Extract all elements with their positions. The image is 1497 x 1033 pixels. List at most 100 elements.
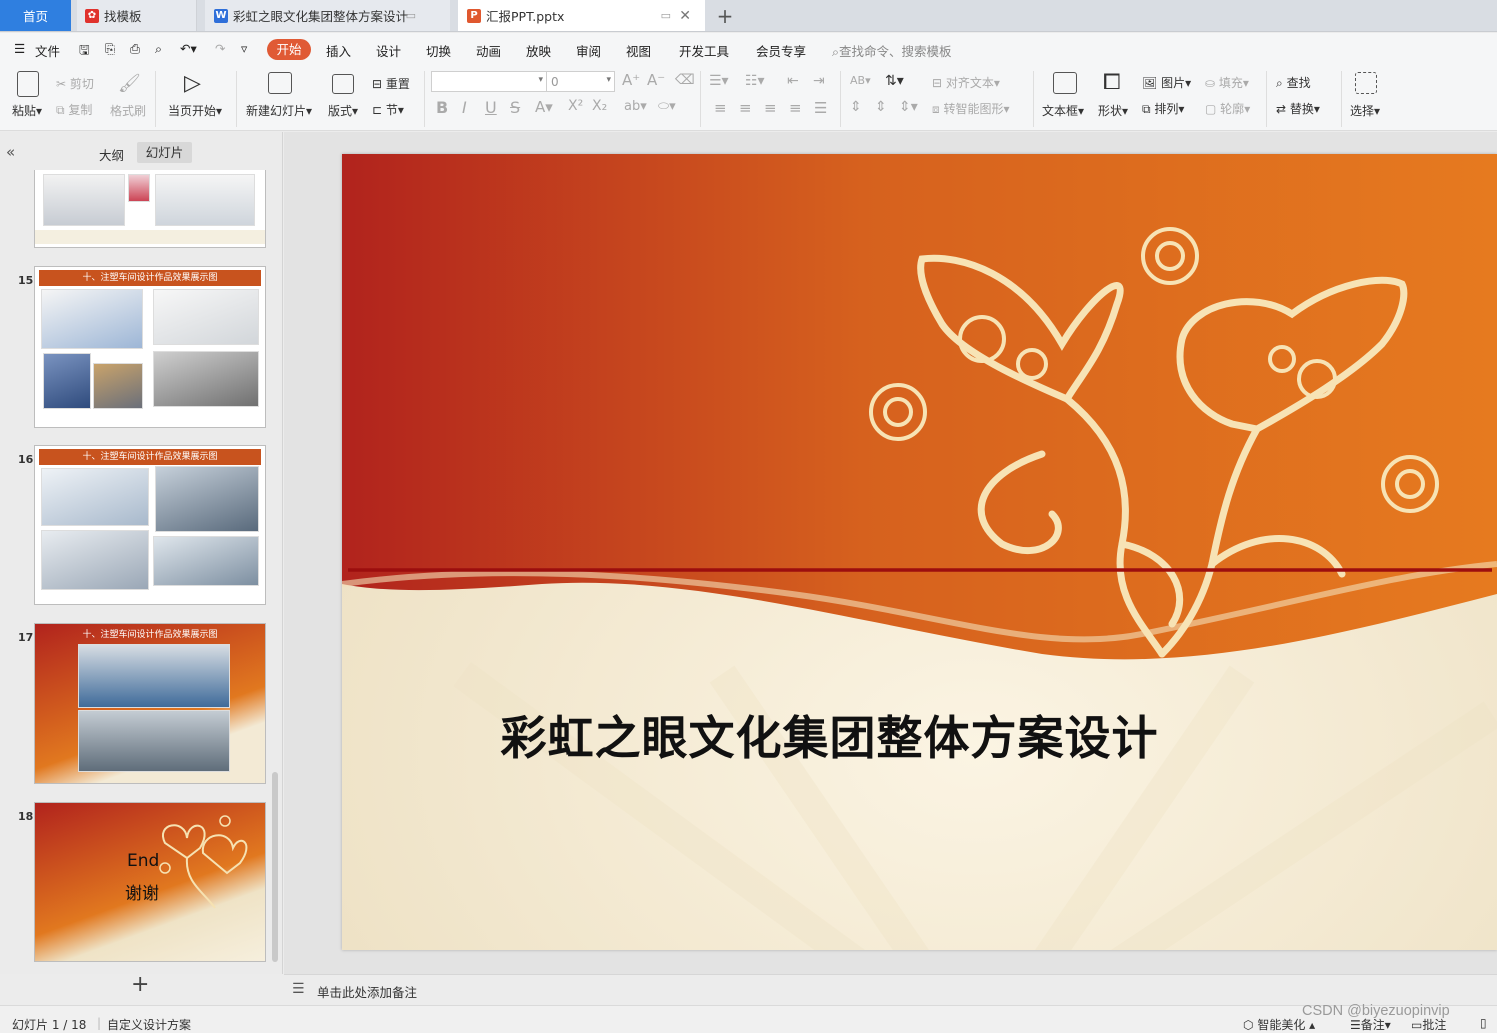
bold-icon[interactable]: B [436, 98, 448, 117]
select-button[interactable]: 选择▾ [1350, 102, 1380, 119]
reset-button[interactable]: ⊟ 重置 [372, 75, 410, 92]
picture-button[interactable]: 🖼 图片▾ [1142, 74, 1191, 91]
slide-number: 16 [18, 453, 34, 466]
copy-button[interactable]: ⧉ 复制 [56, 101, 92, 118]
increase-font-icon[interactable]: A⁺ [622, 71, 640, 89]
clear-format-icon[interactable]: ⌫ [675, 72, 695, 88]
textbox-button[interactable]: 文本框▾ [1042, 102, 1084, 119]
text-direction-icon[interactable]: AB▾ [850, 74, 871, 87]
find-button[interactable]: ⌕ 查找 [1276, 74, 1311, 91]
customize-toolbar-icon[interactable]: ▿ [241, 41, 247, 56]
command-search[interactable]: ⌕查找命令、搜索模板 [832, 41, 952, 60]
tab-document[interactable]: W 彩虹之眼文化集团整体方案设计 ▭ [205, 0, 450, 31]
thumbnail-image [78, 710, 230, 772]
italic-icon[interactable]: I [462, 98, 467, 117]
arrange-icon: ⧉ [1142, 102, 1151, 116]
strikethrough-icon[interactable]: S [510, 98, 520, 117]
menu-member[interactable]: 会员专享 [756, 41, 806, 60]
slide-thumbnail-17[interactable]: 十、注塑车间设计作品效果展示图 [34, 623, 266, 784]
slide-thumbnail-16[interactable]: 十、注塑车间设计作品效果展示图 [34, 445, 266, 605]
menu-start[interactable]: 开始 [267, 39, 311, 60]
arrange-button[interactable]: ⧉ 排列▾ [1142, 100, 1184, 117]
smartart-button[interactable]: ⧈ 转智能图形▾ [932, 100, 1010, 117]
sort-icon[interactable]: ⇅▾ [885, 73, 904, 89]
bullet-list-icon[interactable]: ☰▾ [709, 73, 729, 89]
font-color-icon[interactable]: A▾ [535, 98, 553, 116]
add-slide-button[interactable]: + [131, 972, 149, 997]
theme-name[interactable]: 自定义设计方案 [107, 1016, 191, 1033]
menu-file[interactable]: 文件 [35, 41, 60, 60]
replace-button[interactable]: ⇄ 替换▾ [1276, 100, 1320, 117]
subscript-icon[interactable]: X₂ [592, 98, 607, 114]
hamburger-icon[interactable]: ☰ [14, 41, 25, 56]
thumbnail-image [128, 174, 150, 202]
font-size-combo[interactable]: 0 ▾ [546, 71, 615, 92]
align-right-icon[interactable]: ≡ [764, 99, 777, 117]
notes-placeholder[interactable]: 单击此处添加备注 [317, 982, 417, 1001]
align-center-icon[interactable]: ≡ [739, 99, 752, 117]
slide-canvas[interactable]: 彩虹之眼文化集团整体方案设计 [342, 154, 1497, 950]
new-tab-button[interactable]: + [714, 0, 736, 31]
outline-button[interactable]: ▢ 轮廓▾ [1205, 100, 1250, 117]
shapes-icon: ⧠ [1103, 70, 1121, 95]
spacing-options-icon[interactable]: ⇕▾ [899, 99, 918, 115]
menu-insert[interactable]: 插入 [326, 41, 351, 60]
tab-outline[interactable]: 大纲 [99, 145, 124, 164]
highlight-icon[interactable]: ⬭▾ [658, 99, 676, 114]
menu-transition[interactable]: 切换 [426, 41, 451, 60]
menu-developer[interactable]: 开发工具 [679, 41, 729, 60]
print-icon[interactable]: ⎙ [130, 41, 140, 57]
menu-view[interactable]: 视图 [626, 41, 651, 60]
slide-thumbnail-18[interactable]: End 谢谢 [34, 802, 266, 962]
menu-review[interactable]: 审阅 [576, 41, 601, 60]
save-icon[interactable]: 🖫 [79, 41, 90, 62]
slide-title[interactable]: 彩虹之眼文化集团整体方案设计 [342, 702, 1497, 768]
tab-home[interactable]: 首页 [0, 0, 71, 31]
picture-label: 图片 [1161, 76, 1186, 90]
superscript-icon[interactable]: X² [568, 98, 583, 114]
fill-button[interactable]: ⛀ 填充▾ [1205, 74, 1249, 91]
phonetic-icon[interactable]: ab▾ [624, 99, 647, 114]
notes-toggle-icon: ☰ [1350, 1018, 1361, 1032]
menu-animation[interactable]: 动画 [476, 41, 501, 60]
font-name-combo[interactable]: ▾ [431, 71, 547, 92]
thumbnail-title: 十、注塑车间设计作品效果展示图 [82, 630, 218, 640]
layout-button[interactable]: 版式▾ [328, 102, 358, 119]
normal-view-icon[interactable]: ▯ [1480, 1016, 1487, 1030]
export-pdf-icon[interactable]: ⎘ [105, 41, 115, 57]
new-slide-label: 新建幻灯片 [246, 104, 307, 118]
slide-thumbnail-14[interactable] [34, 170, 266, 248]
close-tab-icon[interactable]: ✕ [679, 8, 691, 24]
from-current-button[interactable]: 当页开始▾ [168, 102, 222, 119]
notes-pane[interactable]: ☰ 单击此处添加备注 [284, 974, 1497, 1004]
shape-button[interactable]: 形状▾ [1098, 102, 1128, 119]
search-icon: ⌕ [832, 44, 840, 59]
slide-thumbnail-15[interactable]: 十、注塑车间设计作品效果展示图 [34, 266, 266, 428]
justify-icon[interactable]: ≡ [789, 99, 802, 117]
decrease-font-icon[interactable]: A⁻ [647, 71, 665, 89]
undo-icon[interactable]: ↶▾ [180, 41, 197, 56]
align-left-icon[interactable]: ≡ [714, 99, 727, 117]
tab-find-template[interactable]: ✿ 找模板 [77, 0, 197, 31]
paragraph-spacing-icon[interactable]: ⇕ [875, 99, 887, 115]
menu-design[interactable]: 设计 [376, 41, 401, 60]
new-slide-button[interactable]: 新建幻灯片▾ [246, 102, 312, 119]
numbered-list-icon[interactable]: ☷▾ [745, 73, 765, 89]
section-button[interactable]: ⊏ 节▾ [372, 101, 404, 118]
panel-scrollbar[interactable] [272, 772, 278, 962]
tab-slides[interactable]: 幻灯片 [137, 142, 192, 163]
redo-icon[interactable]: ↷ [215, 41, 225, 56]
line-spacing-icon[interactable]: ⇕ [850, 99, 862, 115]
menu-slideshow[interactable]: 放映 [526, 41, 551, 60]
align-text-button[interactable]: ⊟ 对齐文本▾ [932, 74, 1000, 91]
increase-indent-icon[interactable]: ⇥ [813, 73, 825, 89]
format-painter-button[interactable]: 格式刷 [110, 102, 146, 119]
underline-icon[interactable]: U [485, 98, 497, 117]
collapse-panel-icon[interactable]: « [6, 143, 15, 161]
distribute-icon[interactable]: ☰ [814, 99, 827, 117]
print-preview-icon[interactable]: ⌕ [155, 41, 162, 57]
paste-button[interactable]: 粘贴▾ [12, 102, 42, 119]
tab-presentation[interactable]: P 汇报PPT.pptx ▭ ✕ [458, 0, 705, 31]
cut-button[interactable]: ✂ 剪切 [56, 75, 94, 92]
decrease-indent-icon[interactable]: ⇤ [787, 73, 799, 89]
